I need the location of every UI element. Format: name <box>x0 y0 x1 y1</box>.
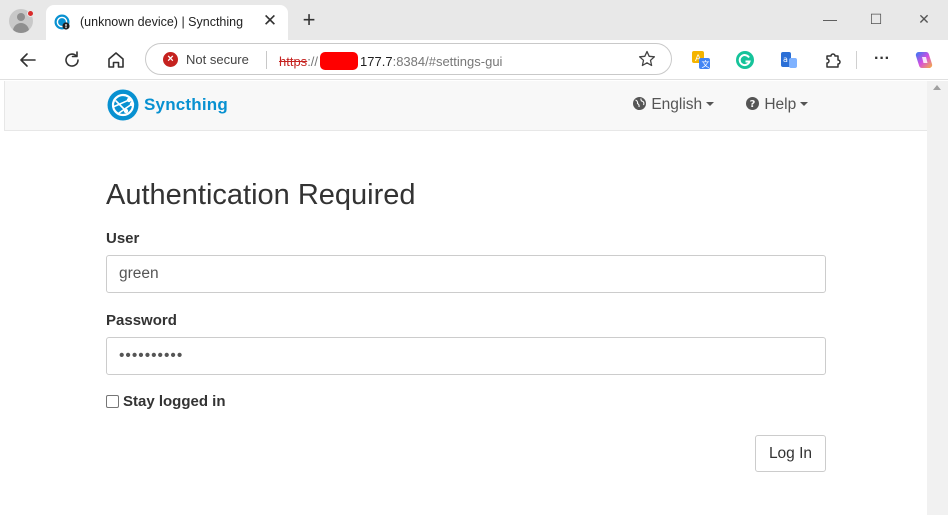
grammarly-icon[interactable] <box>734 49 756 71</box>
help-menu[interactable]: ? Help <box>745 96 809 114</box>
url-separator: :// <box>307 54 319 69</box>
window-close-button[interactable]: ✕ <box>910 8 938 30</box>
translator-icon[interactable]: a <box>778 49 800 71</box>
url-host: 177.7 <box>360 54 393 69</box>
brand-name: Syncthing <box>144 95 228 114</box>
stay-logged-in-label[interactable]: Stay logged in <box>123 393 226 410</box>
language-menu[interactable]: English <box>632 96 715 114</box>
page-title: Authentication Required <box>106 179 416 211</box>
language-label: English <box>651 96 703 113</box>
log-in-button[interactable]: Log In <box>755 435 826 472</box>
new-tab-button[interactable]: + <box>298 9 320 32</box>
browser-tab-strip: (unknown device) | Syncthing ✕ + — ☐ ✕ <box>0 0 948 40</box>
profile-notification-dot <box>27 10 34 17</box>
help-label: Help <box>764 96 797 113</box>
stay-logged-in-checkbox[interactable] <box>106 395 119 408</box>
svg-text:a: a <box>783 55 788 64</box>
user-input[interactable]: green <box>106 255 826 293</box>
browser-tab-active[interactable]: (unknown device) | Syncthing ✕ <box>46 5 288 40</box>
not-secure-x-icon[interactable]: × <box>163 52 178 67</box>
address-bar[interactable]: × Not secure https:// 177.7:8384/#setting… <box>145 43 672 75</box>
chevron-down-icon <box>800 102 809 106</box>
url-redaction <box>320 52 359 70</box>
tab-title: (unknown device) | Syncthing <box>80 15 244 29</box>
syncthing-logo-icon <box>107 89 139 121</box>
chevron-down-icon <box>706 102 715 106</box>
back-arrow-icon[interactable] <box>15 47 41 73</box>
favorite-star-icon[interactable] <box>637 49 657 69</box>
more-menu-icon[interactable]: ··· <box>871 49 893 71</box>
translate-icon[interactable]: A 文 <box>690 49 712 71</box>
omnibox-divider <box>266 51 267 69</box>
page-viewport: Syncthing English ? Help Authentication … <box>0 81 948 515</box>
user-label: User <box>106 230 140 247</box>
app-navbar: Syncthing English ? Help <box>4 81 927 131</box>
question-circle-icon: ? <box>746 97 759 110</box>
globe-icon <box>633 97 646 110</box>
window-minimize-button[interactable]: — <box>816 8 844 30</box>
url-scheme: https <box>279 54 308 69</box>
scroll-up-arrow-icon[interactable] <box>933 85 941 90</box>
url-path: :8384/#settings-gui <box>392 54 503 69</box>
syncthing-favicon-icon <box>54 14 70 30</box>
copilot-icon[interactable] <box>913 49 935 71</box>
reload-icon[interactable] <box>59 47 85 73</box>
vertical-scrollbar[interactable] <box>927 81 948 515</box>
extensions-puzzle-icon[interactable] <box>822 49 844 71</box>
password-label: Password <box>106 312 177 329</box>
home-icon[interactable] <box>103 47 129 73</box>
url-text[interactable]: https:// 177.7:8384/#settings-gui <box>279 52 502 70</box>
tab-close-icon[interactable]: ✕ <box>261 12 279 30</box>
password-input[interactable]: •••••••••• <box>106 337 826 375</box>
browser-toolbar: × Not secure https:// 177.7:8384/#setting… <box>0 40 948 80</box>
toolbar-divider <box>856 51 857 69</box>
security-status-label[interactable]: Not secure <box>186 52 249 67</box>
window-maximize-button[interactable]: ☐ <box>862 8 890 30</box>
svg-text:文: 文 <box>702 59 710 69</box>
svg-text:?: ? <box>750 99 756 110</box>
